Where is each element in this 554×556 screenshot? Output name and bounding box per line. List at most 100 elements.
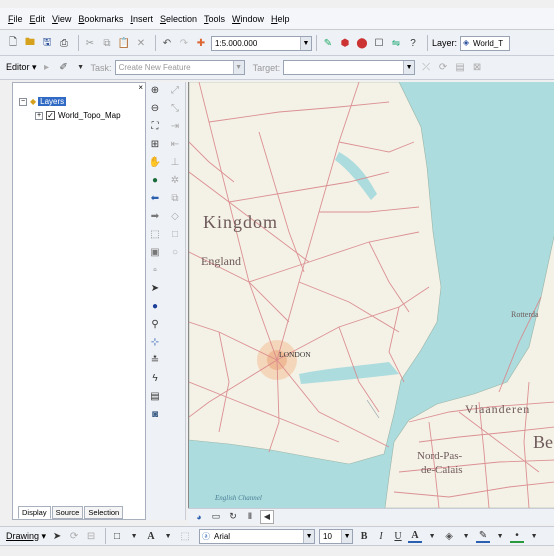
chevron-down-icon[interactable]: ▼ [303,529,315,543]
clear-selected-icon[interactable]: ▫ [148,264,162,278]
select-features-icon[interactable]: ⬚ [148,228,162,242]
chevron-down-icon[interactable]: ▼ [74,61,88,75]
tab-source[interactable]: Source [51,506,84,519]
fill-color-icon[interactable]: ◈ [442,529,456,543]
back-extent-icon[interactable]: ⇥ [168,120,182,134]
select-elements-icon[interactable]: ➤ [148,282,162,296]
undo-icon[interactable]: ↶ [160,36,174,50]
line-color-icon[interactable]: ✎ [476,529,491,543]
font-color-icon[interactable]: A [408,529,423,543]
layout-view-icon[interactable]: ▭ [209,510,223,524]
chevron-down-icon[interactable]: ▼ [403,61,415,74]
whats-this-icon[interactable]: ? [406,36,420,50]
find-icon[interactable]: ⚲ [148,318,162,332]
layer-name-label[interactable]: World_Topo_Map [58,111,121,120]
tab-selection[interactable]: Selection [84,506,124,519]
edit-tool-icon[interactable]: ▸ [40,61,54,75]
menu-tools[interactable]: Tools [204,14,225,24]
checkbox-checked-icon[interactable]: ✓ [46,111,55,120]
rectangle-icon[interactable]: □ [168,228,182,242]
chevron-down-icon[interactable]: ▼ [527,529,541,543]
clear-selection-icon[interactable]: ⧉ [168,192,182,206]
new-document-icon[interactable]: 🗋 [6,36,20,50]
layer-combo[interactable]: ◈ World_T [460,35,511,51]
map-view[interactable]: Kingdom England LONDON Rotterda Vlaander… [188,82,554,508]
zoom-out-icon[interactable]: ⊖ [148,102,162,116]
collapse-icon[interactable]: − [19,97,27,106]
menu-edit[interactable]: Edit [30,14,46,24]
delete-icon[interactable]: ✕ [134,36,148,50]
zoom-whole-page-icon[interactable]: ⊟ [84,529,98,543]
underline-icon[interactable]: U [391,529,405,543]
chevron-down-icon[interactable]: ▼ [161,529,175,543]
marker-color-icon[interactable]: • [510,529,525,543]
rotate-tool-icon[interactable]: ⟳ [436,61,450,75]
go-forward-icon[interactable]: ➡ [148,210,162,224]
arctoolbox-icon[interactable]: ⬢ [338,36,352,50]
print-icon[interactable]: ⎙ [57,36,71,50]
new-text-icon[interactable]: A [144,529,158,543]
chevron-down-icon[interactable]: ▼ [341,529,353,543]
sketch-tool-icon[interactable]: ✐ [57,61,71,75]
menu-view[interactable]: View [52,14,71,24]
attributes-icon[interactable]: ▤ [453,61,467,75]
chevron-down-icon[interactable]: ▼ [127,529,141,543]
editor-toolbar-icon[interactable]: ✎ [321,36,335,50]
fixed-zoom-out-icon[interactable]: ⤡ [168,102,182,116]
html-popup-icon[interactable]: ▤ [148,390,162,404]
circle-icon[interactable]: ○ [168,246,182,260]
zoom-to-layer-icon[interactable]: ⊞ [148,138,162,152]
save-icon[interactable]: 🖫 [40,36,54,50]
find-route-icon[interactable]: ✲ [168,174,182,188]
font-combo[interactable]: ⓐ Arial ▼ [199,528,316,544]
edit-vertices-icon[interactable]: ⬚ [178,529,192,543]
go-back-icon[interactable]: ⬅ [148,192,162,206]
menu-file[interactable]: File [8,14,23,24]
chevron-down-icon[interactable]: ▼ [459,529,473,543]
expand-icon[interactable]: + [35,111,43,120]
rectangle-tool-icon[interactable]: □ [110,529,124,543]
time-slider-icon[interactable]: ◙ [148,408,162,422]
chevron-down-icon[interactable]: ▼ [232,61,244,74]
fixed-zoom-in-icon[interactable]: ⤢ [168,84,182,98]
rotate-icon[interactable]: ⟳ [67,529,81,543]
chevron-down-icon[interactable]: ▼ [425,529,439,543]
cut-icon[interactable]: ✂ [83,36,97,50]
menu-bookmarks[interactable]: Bookmarks [78,14,123,24]
menu-window[interactable]: Window [232,14,264,24]
editor-menu[interactable]: Editor ▾ [6,62,37,73]
open-folder-icon[interactable]: 🖿 [23,36,37,50]
globe-icon[interactable]: ◕ [192,510,206,524]
toc-layer-row[interactable]: + ✓ World_Topo_Map [35,111,121,120]
add-data-icon[interactable]: ✚ [194,36,208,50]
go-to-xy-icon[interactable]: ⊹ [148,336,162,350]
catalog-icon[interactable]: ⬤ [355,36,369,50]
paste-icon[interactable]: 📋 [117,36,131,50]
map-scale-combo[interactable]: 1:5.000.000 ▼ [211,35,312,51]
table-of-contents-icon[interactable]: ☐ [372,36,386,50]
task-combo[interactable]: Create New Feature ▼ [114,60,245,75]
select-by-graphic-icon[interactable]: ▣ [148,246,162,260]
measure-icon[interactable]: ⊥ [168,156,182,170]
measure-distance-icon[interactable]: ≛ [148,354,162,368]
toc-root-row[interactable]: − ◆ Layers [19,97,67,106]
menu-help[interactable]: Help [271,14,290,24]
redo-icon[interactable]: ↷ [177,36,191,50]
chevron-down-icon[interactable]: ▼ [493,529,507,543]
hyperlink-icon[interactable]: ϟ [148,372,162,386]
bold-icon[interactable]: B [357,529,371,543]
split-tool-icon[interactable]: ⤫ [419,61,433,75]
drawing-menu[interactable]: Drawing ▾ [6,531,46,542]
layers-root-label[interactable]: Layers [38,97,67,106]
refresh-icon[interactable]: ↻ [226,510,240,524]
globe-icon[interactable]: ● [148,174,162,188]
copy-icon[interactable]: ⧉ [100,36,114,50]
tab-display[interactable]: Display [18,506,51,519]
pause-icon[interactable]: Ⅱ [243,510,257,524]
chevron-down-icon[interactable]: ▼ [300,36,311,50]
search-window-icon[interactable]: ⇋ [389,36,403,50]
identify-icon[interactable]: ● [148,300,162,314]
menu-selection[interactable]: Selection [160,14,197,24]
italic-icon[interactable]: I [374,529,388,543]
zoom-in-icon[interactable]: ⊕ [148,84,162,98]
